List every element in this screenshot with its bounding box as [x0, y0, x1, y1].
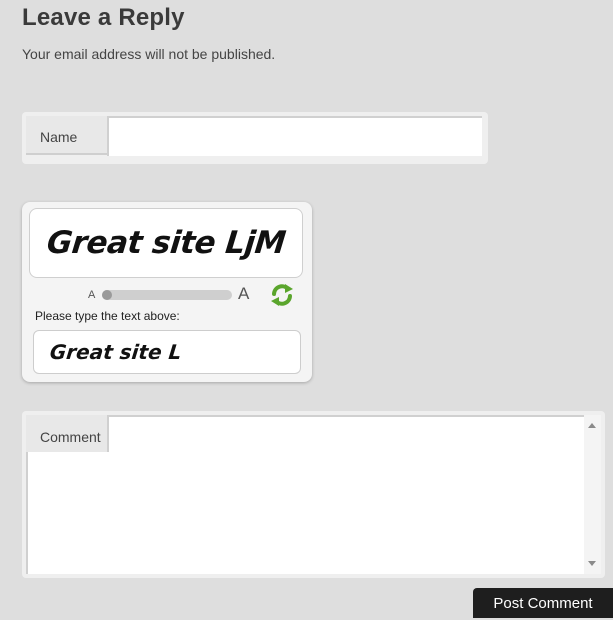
captcha-input[interactable]: Great site L — [33, 330, 301, 374]
name-label: Name — [40, 129, 78, 145]
captcha-size-slider-knob[interactable] — [102, 290, 112, 300]
reply-title: Leave a Reply — [22, 4, 185, 31]
name-field-group: Name — [22, 112, 488, 164]
refresh-icon[interactable] — [270, 282, 294, 308]
captcha-widget: Great site LjM A A Please type the text … — [22, 202, 312, 382]
captcha-size-slider[interactable] — [102, 290, 232, 300]
email-privacy-note: Your email address will not be published… — [22, 46, 276, 62]
scroll-down-arrow-icon[interactable] — [588, 561, 596, 566]
captcha-prompt: Please type the text above: — [35, 309, 180, 323]
comment-label-box: Comment — [26, 415, 107, 454]
comment-textarea[interactable] — [26, 452, 584, 574]
comment-scrollbar[interactable] — [584, 415, 601, 574]
captcha-typed-text: Great site L — [48, 340, 183, 364]
comment-field-group: Comment — [22, 411, 605, 578]
scroll-up-arrow-icon[interactable] — [588, 423, 596, 428]
captcha-image: Great site LjM — [29, 208, 303, 278]
captcha-size-large-label: A — [238, 284, 250, 303]
name-input[interactable] — [107, 116, 482, 156]
captcha-size-small-label: A — [88, 289, 96, 301]
comment-label: Comment — [40, 429, 101, 445]
comment-textarea-top[interactable] — [107, 415, 584, 452]
captcha-image-text: Great site LjM — [44, 225, 288, 261]
name-label-box: Name — [26, 116, 107, 155]
